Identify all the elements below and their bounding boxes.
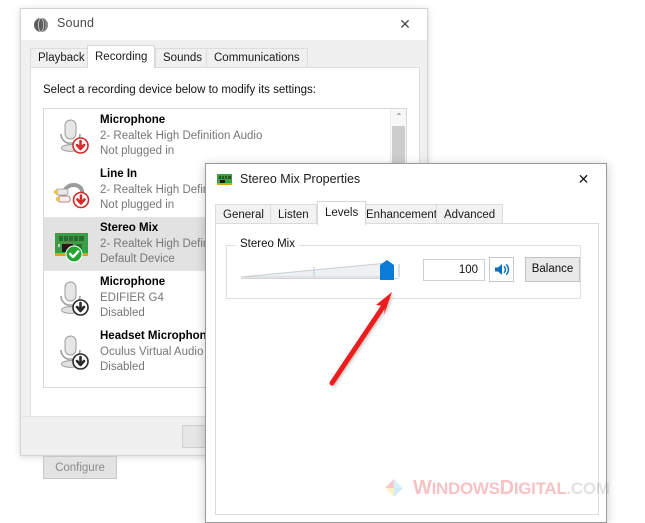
levels-tab-panel: Stereo Mix 100 Balance [215,223,599,515]
device-name: Headset Microphone [100,330,214,342]
circuit-board-icon [217,173,232,186]
device-status: Disabled [100,361,145,373]
device-name: Stereo Mix [100,222,159,234]
watermark-part-2: INDOWS [431,479,500,498]
microphone-icon [52,116,92,156]
scroll-up-arrow-icon[interactable]: ⌃ [391,109,406,125]
device-status: Default Device [100,253,175,265]
watermark-part-4: IGITAL [513,479,567,498]
sound-speaker-icon [33,17,49,33]
properties-dialog-title: Stereo Mix Properties [240,172,361,186]
properties-titlebar: Stereo Mix Properties ✕ [206,164,606,196]
tab-general[interactable]: General [215,204,272,224]
level-group-label: Stereo Mix [236,238,299,250]
watermark: WINDOWSDIGITAL.COM [383,476,633,502]
device-status: Not plugged in [100,145,175,157]
device-status: Disabled [100,307,145,319]
watermark-part-5: .COM [566,479,610,498]
tab-levels[interactable]: Levels [317,201,367,225]
microphone-icon [52,332,92,372]
device-name: Microphone [100,276,166,288]
sound-close-button[interactable]: ✕ [383,9,427,39]
watermark-text: WINDOWSDIGITAL.COM [413,477,610,500]
volume-slider[interactable] [239,259,411,285]
device-description: 2- Realtek High Definition Audio [100,130,263,142]
sound-window-title: Sound [57,16,95,30]
device-status: Not plugged in [100,199,175,211]
tab-sounds[interactable]: Sounds [155,48,211,67]
tab-recording[interactable]: Recording [87,45,156,68]
watermark-part-1: W [413,477,432,499]
mute-toggle-button[interactable] [489,257,514,282]
stereo-mix-properties-dialog: Stereo Mix Properties ✕ General Listen L… [205,163,607,523]
device-name: Microphone [100,114,166,126]
recording-hint-text: Select a recording device below to modif… [43,84,316,96]
properties-close-button[interactable]: ✕ [561,164,606,195]
tab-listen[interactable]: Listen [270,204,317,224]
properties-tab-bar: General Listen Levels Enhancements Advan… [215,201,600,225]
configure-button[interactable]: Configure [43,456,117,479]
speaker-on-icon [495,264,510,275]
circuit-board-icon [52,224,92,264]
tab-communications[interactable]: Communications [206,48,308,67]
device-name: Line In [100,168,138,180]
microphone-icon [52,386,92,387]
list-item[interactable]: Microphone 2- Realtek High Definition Au… [44,109,406,163]
watermark-part-3: D [499,477,514,499]
watermark-logo-icon [383,476,407,500]
balance-button[interactable]: Balance [525,257,580,282]
tab-playback[interactable]: Playback [30,48,93,67]
sound-tab-bar: Playback Recording Sounds Communications [30,45,422,68]
volume-value-field[interactable]: 100 [423,259,485,281]
line-in-rca-icon [52,170,92,210]
device-description: EDIFIER G4 [100,292,164,304]
tab-advanced[interactable]: Advanced [436,204,504,224]
stereo-mix-level-group: Stereo Mix 100 Balance [226,238,581,299]
sound-titlebar: Sound ✕ [21,9,427,40]
microphone-icon [52,278,92,318]
